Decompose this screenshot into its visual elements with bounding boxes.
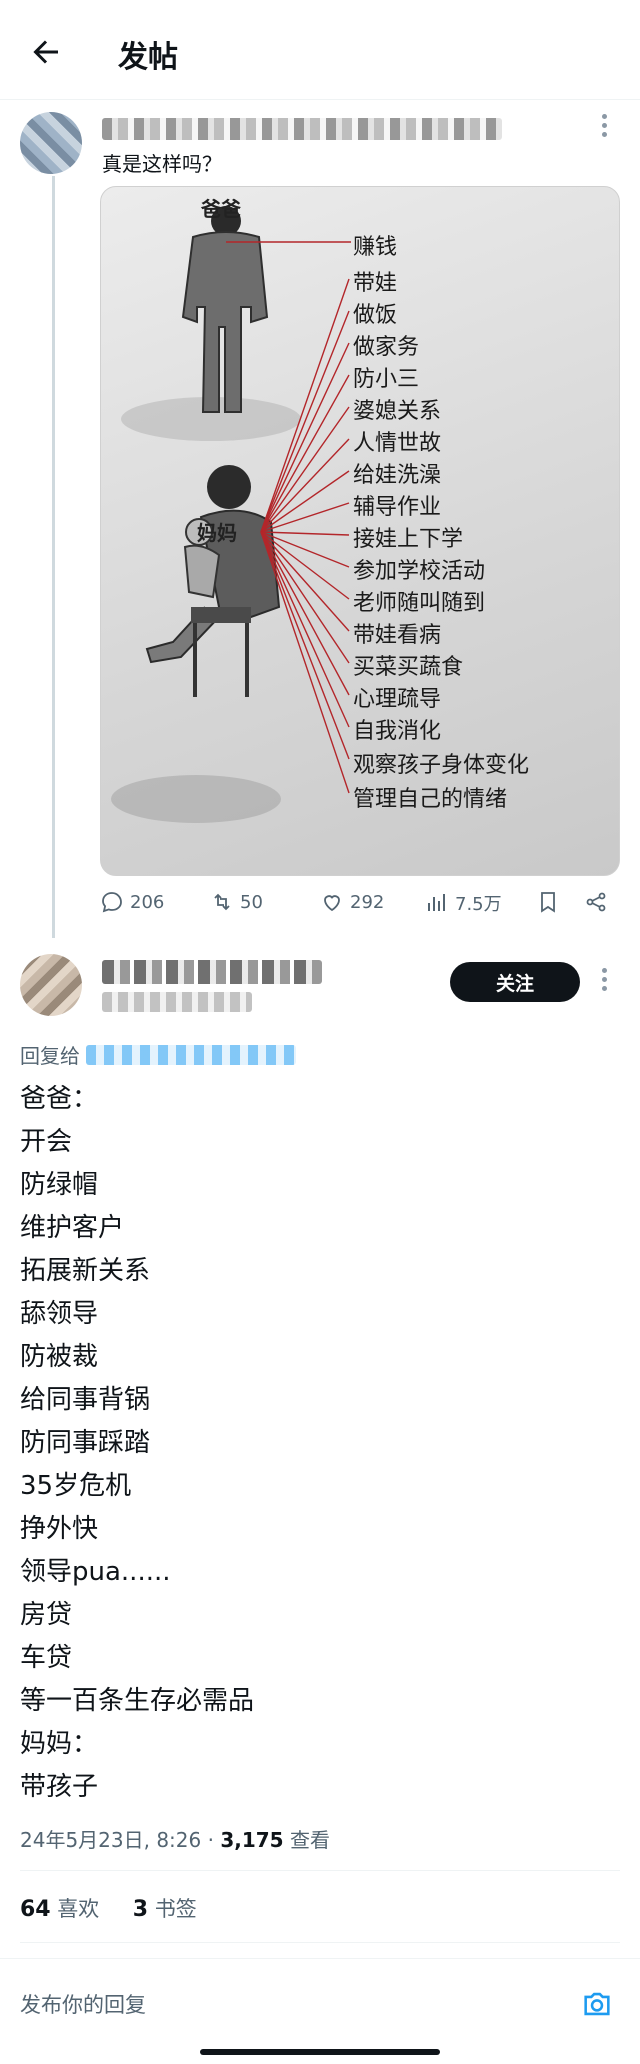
reply-to-handle-redacted[interactable] (86, 1044, 296, 1065)
text-line: 防被裁 (20, 1342, 99, 1372)
text-line: 等一百条生存必需品 (20, 1686, 255, 1716)
item-label: 赚钱 (353, 235, 398, 260)
item-label: 辅导作业 (353, 495, 442, 520)
reply-action[interactable]: 206 (100, 890, 164, 914)
reply-to-line: 回复给 (20, 1040, 296, 1069)
text-line: 带孩子 (20, 1772, 99, 1802)
post-metadata: 24年5月23日, 8:26 · 3,175 查看 (20, 1824, 330, 1853)
father-label: 爸爸 (201, 197, 241, 221)
reply-icon (102, 892, 122, 913)
divider (20, 1942, 620, 1943)
text-line: 拓展新关系 (20, 1256, 151, 1286)
item-label: 接娃上下学 (353, 527, 464, 552)
follow-button[interactable]: 关注 (450, 962, 580, 1002)
post-actions: 206 50 292 7.5万 (100, 890, 620, 926)
views-action[interactable]: 7.5万 (425, 890, 502, 916)
top-bar: 发帖 (0, 0, 640, 100)
bookmark-icon (541, 892, 555, 913)
item-label: 参加学校活动 (353, 559, 486, 584)
item-label: 买菜买蔬食 (353, 655, 464, 680)
author-handle-redacted[interactable] (102, 992, 252, 1012)
more-options-icon[interactable] (600, 114, 608, 144)
item-label: 带娃看病 (353, 623, 442, 648)
reply-text: 爸爸： 开会 防绿帽 维护客户 拓展新关系 舔领导 防被裁 给同事背锅 防同事踩… (20, 1078, 254, 1809)
timestamp[interactable]: 24年5月23日, 8:26 · (20, 1828, 220, 1852)
item-label: 做饭 (353, 303, 398, 328)
father-figure (181, 206, 269, 413)
repost-action[interactable]: 50 (210, 890, 263, 914)
text-line: 35岁危机 (20, 1471, 132, 1501)
engagement-counts: 64 喜欢 3 书签 (20, 1893, 197, 1923)
repost-icon (214, 893, 230, 911)
text-line: 防同事踩踏 (20, 1428, 151, 1458)
views-chart-icon (428, 894, 445, 911)
author-name-redacted[interactable] (102, 960, 322, 984)
camera-icon[interactable] (580, 1987, 614, 2021)
item-label: 自我消化 (353, 719, 442, 744)
share-action[interactable] (584, 890, 608, 914)
like-action[interactable]: 292 (320, 890, 384, 914)
bookmarks-link[interactable]: 3 书签 (133, 1897, 197, 1922)
divider (20, 1870, 620, 1871)
author-name-redacted[interactable] (102, 118, 502, 140)
text-line: 领导pua...... (20, 1557, 171, 1587)
item-label: 给娃洗澡 (353, 463, 442, 488)
repost-count: 50 (240, 891, 263, 913)
views-label: 查看 (283, 1828, 330, 1852)
text-line: 维护客户 (20, 1213, 125, 1243)
text-line: 爸爸： (20, 1084, 99, 1114)
item-label: 防小三 (353, 367, 420, 392)
text-line: 车贷 (20, 1643, 73, 1673)
text-line: 挣外快 (20, 1514, 99, 1544)
avatar[interactable] (20, 112, 82, 174)
post-image[interactable]: 爸爸 妈妈 赚钱 带娃 做饭 做家务 防小三 婆媳关系 人情世故 给娃洗澡 辅导… (100, 186, 620, 876)
item-label: 管理自己的情绪 (353, 787, 508, 812)
mother-label: 妈妈 (197, 521, 237, 545)
reply-input[interactable]: 发布你的回复 (20, 1989, 146, 2019)
item-label: 做家务 (353, 335, 420, 360)
post-text: 真是这样吗？ (102, 152, 222, 176)
like-count: 292 (350, 891, 385, 913)
text-line: 房贷 (20, 1600, 73, 1630)
views-count: 3,175 (220, 1828, 284, 1852)
item-label: 老师随叫随到 (353, 591, 486, 616)
bookmark-action[interactable] (536, 890, 560, 914)
share-icon (586, 892, 606, 912)
back-arrow-icon[interactable] (28, 34, 64, 70)
item-label: 婆媳关系 (353, 399, 442, 424)
item-label: 带娃 (353, 271, 398, 296)
page-title: 发帖 (118, 40, 178, 75)
item-label: 人情世故 (353, 431, 442, 456)
thread-connector (52, 176, 55, 938)
text-line: 开会 (20, 1127, 73, 1157)
text-line: 给同事背锅 (20, 1385, 151, 1415)
avatar[interactable] (20, 954, 82, 1016)
reply-to-prefix: 回复给 (20, 1044, 80, 1068)
reply-count: 206 (130, 891, 165, 913)
text-line: 舔领导 (20, 1299, 99, 1329)
text-line: 妈妈： (20, 1729, 99, 1759)
text-line: 防绿帽 (20, 1170, 99, 1200)
heart-icon (324, 895, 340, 912)
more-options-icon[interactable] (600, 968, 608, 998)
reply-composer: 发布你的回复 (0, 1958, 640, 2064)
likes-link[interactable]: 64 喜欢 (20, 1897, 99, 1922)
mother-figure (145, 465, 281, 697)
home-indicator (200, 2049, 440, 2055)
views-count: 7.5万 (455, 894, 502, 915)
item-label: 心理疏导 (353, 687, 442, 712)
item-label: 观察孩子身体变化 (353, 753, 530, 778)
